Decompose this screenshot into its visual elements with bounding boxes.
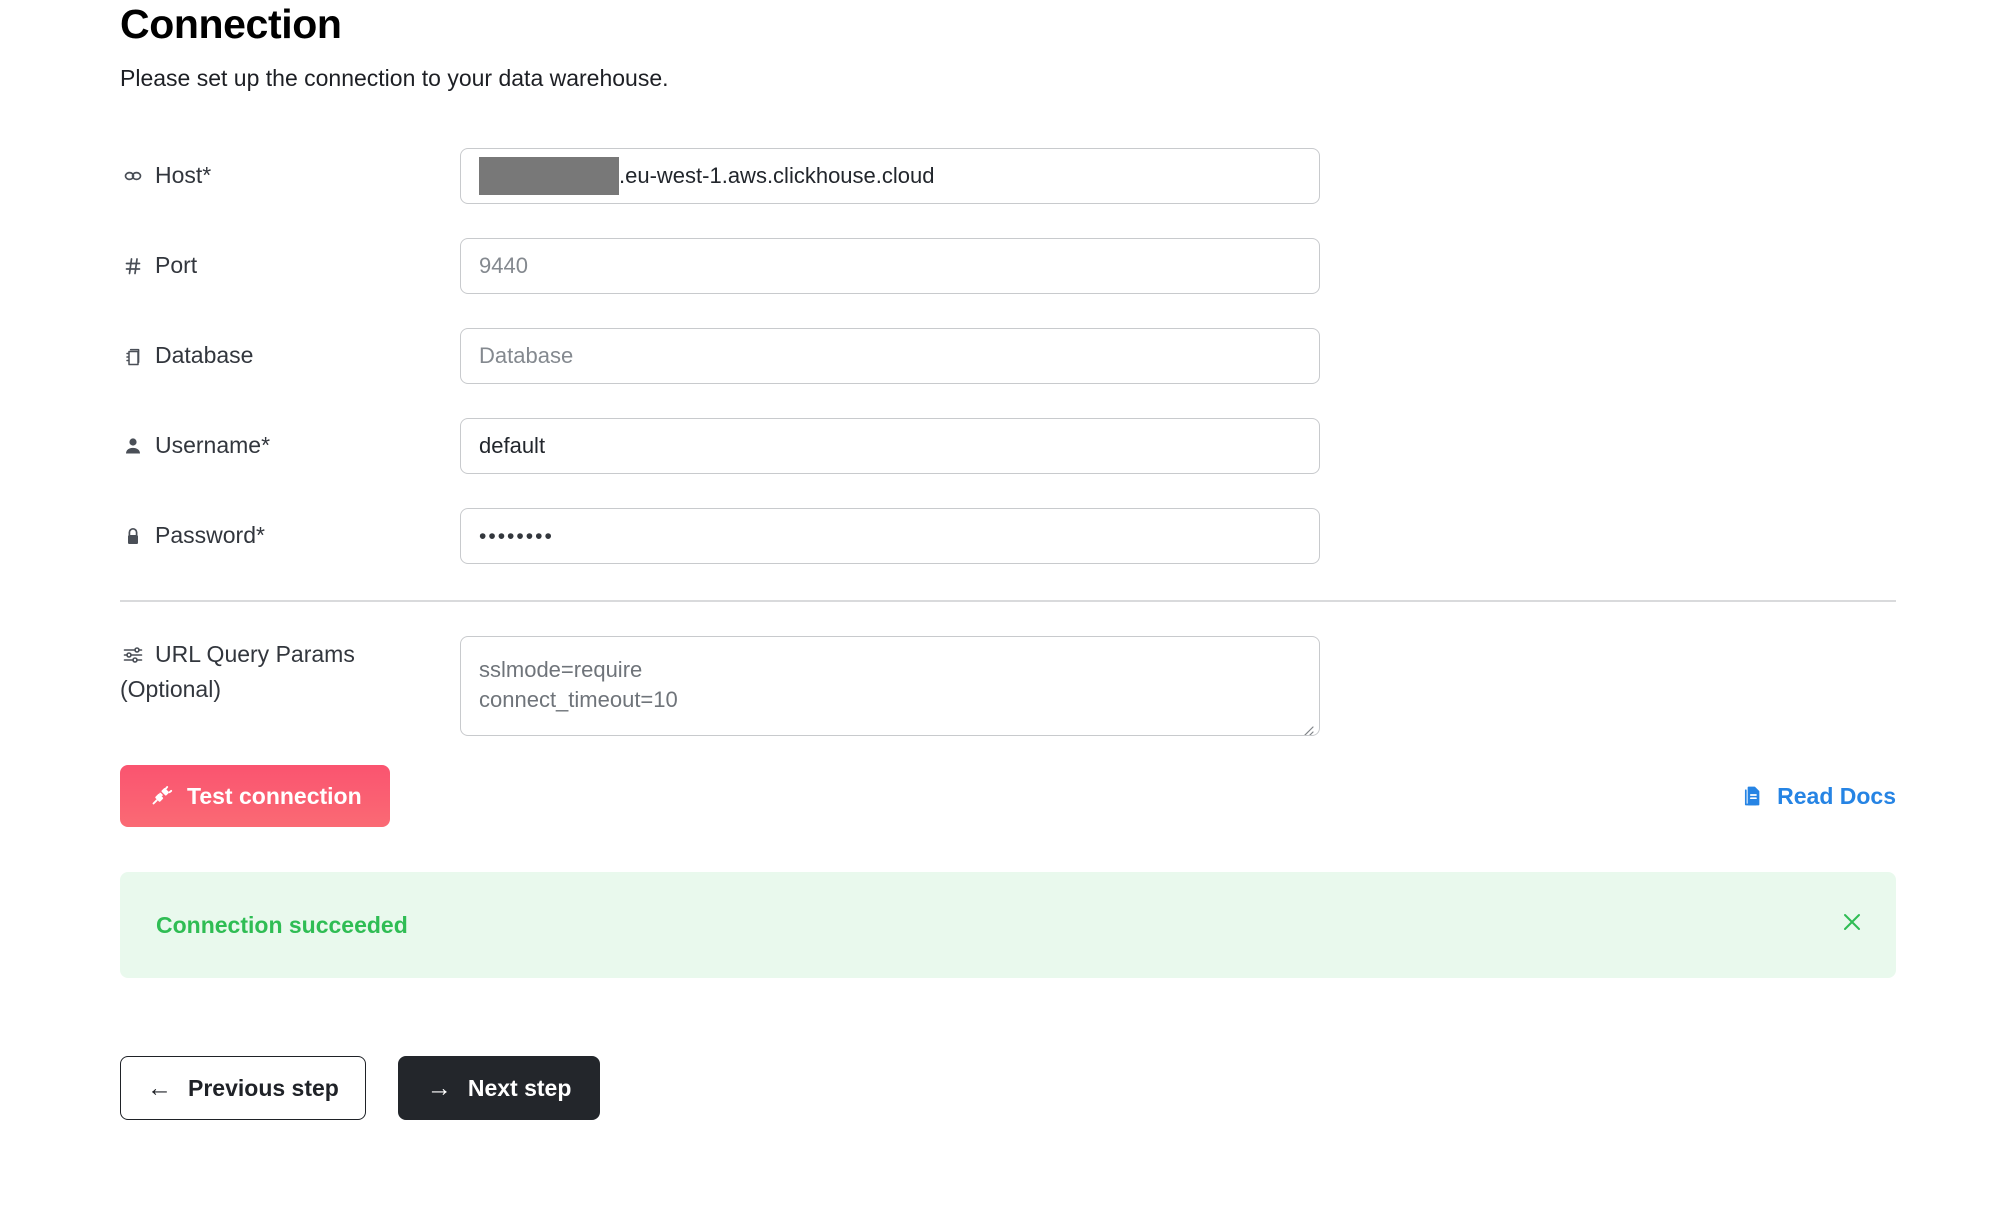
- url-query-params-textarea[interactable]: sslmode=require connect_timeout=10: [460, 636, 1320, 736]
- database-icon: [120, 343, 145, 368]
- plug-icon: [148, 784, 173, 809]
- close-icon[interactable]: [1838, 908, 1866, 936]
- host-input-value: .eu-west-1.aws.clickhouse.cloud: [619, 165, 934, 187]
- label-username-text: Username*: [155, 432, 270, 459]
- field-row-password: Password* ••••••••: [120, 508, 1896, 598]
- user-icon: [120, 433, 145, 458]
- label-url-query-params-line1: URL Query Params: [155, 638, 355, 671]
- field-row-url-query-params: URL Query Params (Optional) sslmode=requ…: [120, 636, 1896, 736]
- hash-icon: [120, 253, 145, 278]
- port-field-control: 9440: [460, 238, 1320, 294]
- port-input-value: 9440: [479, 255, 528, 277]
- form-divider: [120, 600, 1896, 602]
- lock-icon: [120, 523, 145, 548]
- sliders-icon: [120, 642, 145, 667]
- field-row-database: Database Database: [120, 328, 1896, 418]
- label-database: Database: [120, 328, 460, 369]
- label-database-text: Database: [155, 342, 253, 369]
- connection-status-banner: Connection succeeded: [120, 872, 1896, 978]
- database-field-control: Database: [460, 328, 1320, 384]
- username-input-value: default: [479, 435, 545, 457]
- connection-setup-page: Connection Please set up the connection …: [0, 0, 2004, 1232]
- host-input[interactable]: .eu-west-1.aws.clickhouse.cloud: [460, 148, 1320, 204]
- wizard-navigation: ← Previous step → Next step: [120, 1056, 600, 1120]
- read-docs-link[interactable]: Read Docs: [1740, 783, 1896, 810]
- field-row-host: Host* .eu-west-1.aws.clickhouse.cloud: [120, 148, 1896, 238]
- test-connection-label: Test connection: [187, 783, 362, 810]
- password-input-value: ••••••••: [479, 526, 554, 547]
- textarea-resize-handle[interactable]: [1299, 716, 1315, 732]
- read-docs-label: Read Docs: [1777, 783, 1896, 810]
- document-icon: [1740, 784, 1765, 809]
- username-input[interactable]: default: [460, 418, 1320, 474]
- label-password: Password*: [120, 508, 460, 549]
- arrow-right-icon: →: [427, 1076, 452, 1101]
- link-icon: [120, 163, 145, 188]
- arrow-left-icon: ←: [147, 1076, 172, 1101]
- field-row-username: Username* default: [120, 418, 1896, 508]
- label-port: Port: [120, 238, 460, 279]
- page-subtitle: Please set up the connection to your dat…: [120, 64, 669, 94]
- label-password-text: Password*: [155, 522, 265, 549]
- test-connection-button[interactable]: Test connection: [120, 765, 390, 827]
- field-row-port: Port 9440: [120, 238, 1896, 328]
- password-field-control: ••••••••: [460, 508, 1320, 564]
- label-port-text: Port: [155, 252, 197, 279]
- label-username: Username*: [120, 418, 460, 459]
- label-url-query-params-line2: (Optional): [120, 673, 460, 706]
- connection-status-message: Connection succeeded: [156, 912, 408, 939]
- label-host: Host*: [120, 148, 460, 189]
- url-query-params-line-1: sslmode=require: [479, 655, 1301, 685]
- host-field-control: .eu-west-1.aws.clickhouse.cloud: [460, 148, 1320, 204]
- port-input[interactable]: 9440: [460, 238, 1320, 294]
- label-host-text: Host*: [155, 162, 211, 189]
- previous-step-button[interactable]: ← Previous step: [120, 1056, 366, 1120]
- page-header: Connection Please set up the connection …: [120, 0, 669, 94]
- previous-step-label: Previous step: [188, 1075, 339, 1102]
- next-step-button[interactable]: → Next step: [398, 1056, 601, 1120]
- next-step-label: Next step: [468, 1075, 572, 1102]
- url-query-params-line-2: connect_timeout=10: [479, 685, 1301, 715]
- redacted-host-prefix: [479, 157, 619, 195]
- connection-form: Host* .eu-west-1.aws.clickhouse.cloud: [120, 148, 1896, 598]
- label-url-query-params: URL Query Params (Optional): [120, 636, 460, 707]
- database-input[interactable]: Database: [460, 328, 1320, 384]
- database-input-value: Database: [479, 345, 573, 367]
- action-row: Test connection Read Docs: [120, 765, 1896, 827]
- password-input[interactable]: ••••••••: [460, 508, 1320, 564]
- username-field-control: default: [460, 418, 1320, 474]
- page-title: Connection: [120, 0, 669, 49]
